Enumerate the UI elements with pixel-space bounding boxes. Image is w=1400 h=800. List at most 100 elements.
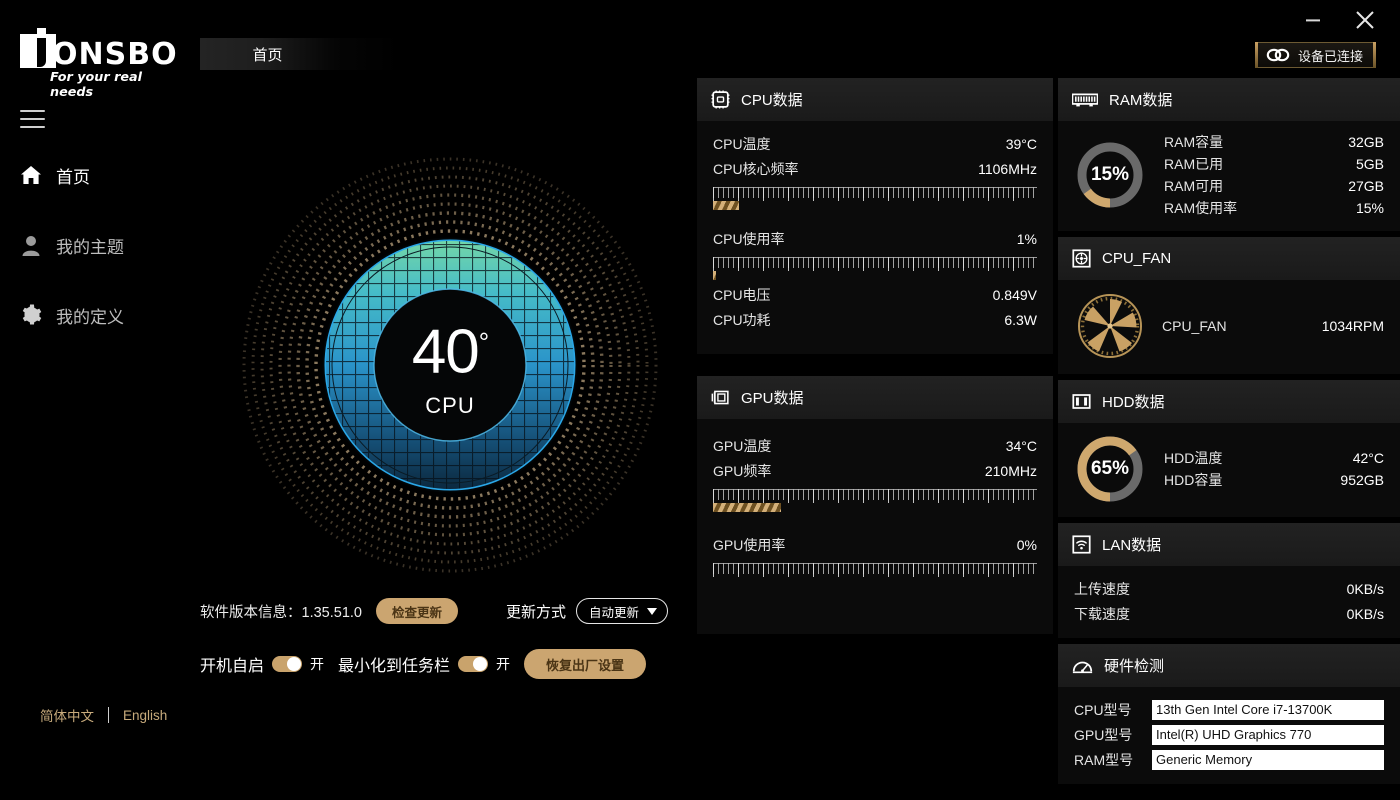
language-option-zh[interactable]: 简体中文: [40, 705, 94, 725]
hdd-panel: HDD数据 65% HDD温度 42°C HDD容量 952GB: [1058, 380, 1400, 517]
restore-factory-settings-button[interactable]: 恢复出厂设置: [524, 649, 647, 679]
data-column-left: CPU数据 CPU温度 39°C CPU核心频率 1106MHz CPU使用率 …: [697, 78, 1053, 640]
ruler-major-ticks: [713, 563, 1037, 577]
fan-square-icon: [1072, 249, 1091, 268]
ram-rows: RAM容量 32GB RAM已用 5GB RAM可用 27GB RAM使用率 1…: [1164, 131, 1384, 219]
ruler-scale: [713, 257, 1037, 271]
gpu-panel: GPU数据 GPU温度 34°C GPU频率 210MHz GPU使用率 0%: [697, 376, 1053, 634]
cpu-fan-panel-body: CPU_FAN 1034RPM: [1058, 280, 1400, 374]
tab-home[interactable]: 首页: [200, 38, 335, 70]
row-key: CPU温度: [713, 135, 771, 152]
cpu-fan-rows: CPU_FAN 1034RPM: [1162, 314, 1384, 339]
hdd-usage-value: 65%: [1090, 458, 1130, 479]
lan-panel-title: LAN数据: [1102, 537, 1162, 554]
row-key: GPU温度: [713, 437, 772, 454]
sidebar: ONSBO For your real needs 首页 我的主题 我的定义 简…: [0, 0, 190, 800]
gpu-panel-header: GPU数据: [697, 376, 1053, 419]
hdd-usage-row: 65% HDD温度 42°C HDD容量 952GB: [1074, 433, 1384, 505]
row-value: 34°C: [1005, 437, 1037, 454]
gpu-panel-body: GPU温度 34°C GPU频率 210MHz GPU使用率 0%: [697, 419, 1053, 634]
ram-model-field[interactable]: Generic Memory: [1152, 749, 1384, 770]
data-row: CPU功耗 6.3W: [713, 307, 1037, 332]
cpu-frequency-meter: [713, 187, 1037, 210]
ruler-major-ticks: [713, 257, 1037, 271]
ram-panel: RAM数据 15% RAM容量 32GB RAM已用 5GB RAM可用 27G…: [1058, 78, 1400, 231]
row-key: GPU型号: [1074, 726, 1133, 743]
row-key: RAM已用: [1164, 156, 1224, 172]
row-value: 0%: [1016, 536, 1037, 553]
close-button[interactable]: [1348, 5, 1382, 35]
row-value: 952GB: [1340, 472, 1384, 488]
cpu-chip-icon: [711, 90, 730, 109]
minimize-tray-label: 最小化到任务栏: [338, 658, 451, 675]
ruler-scale: [713, 563, 1037, 577]
ram-usage-row: 15% RAM容量 32GB RAM已用 5GB RAM可用 27GB RAM使…: [1074, 131, 1384, 219]
check-update-button[interactable]: 检查更新: [375, 598, 458, 624]
row-value: 1034RPM: [1321, 318, 1384, 334]
minimize-button[interactable]: [1296, 5, 1330, 35]
row-value: 1%: [1016, 230, 1037, 247]
minimize-tray-toggle[interactable]: [458, 656, 489, 672]
hdd-panel-title: HDD数据: [1102, 394, 1165, 411]
sidebar-item-label: 首页: [56, 167, 90, 187]
minimize-tray-state: 开: [496, 656, 511, 672]
row-key: HDD温度: [1164, 450, 1223, 466]
hardware-row: CPU型号 13th Gen Intel Core i7-13700K: [1074, 697, 1384, 722]
hdd-icon: [1072, 394, 1091, 409]
data-row: HDD温度 42°C: [1164, 447, 1384, 469]
row-value: 39°C: [1005, 135, 1037, 152]
close-icon: [1356, 11, 1374, 29]
meter-fill: [713, 201, 739, 210]
row-key: RAM容量: [1164, 134, 1224, 150]
row-key: CPU核心频率: [713, 160, 799, 177]
hamburger-bar: [20, 118, 45, 120]
language-selector: 简体中文 English: [40, 705, 167, 725]
brand-name: ONSBO: [52, 37, 178, 72]
tab-label: 首页: [252, 46, 283, 64]
row-value: 0.849V: [992, 286, 1037, 303]
row-value: 1106MHz: [978, 160, 1037, 177]
update-mode-label: 更新方式: [506, 603, 567, 621]
tab-bar: 首页: [200, 38, 400, 70]
cpu-model-field[interactable]: 13th Gen Intel Core i7-13700K: [1152, 699, 1384, 720]
row-key: 上传速度: [1074, 580, 1130, 597]
cpu-fan-panel-header: CPU_FAN: [1058, 237, 1400, 280]
chain-link-icon: [1266, 48, 1290, 62]
cpu-fan-panel: CPU_FAN CPU_FAN 1034RPM: [1058, 237, 1400, 374]
row-key: CPU电压: [713, 286, 771, 303]
row-value: 210MHz: [984, 462, 1037, 479]
hardware-row: GPU型号 Intel(R) UHD Graphics 770: [1074, 722, 1384, 747]
row-key: RAM使用率: [1164, 200, 1238, 216]
hdd-panel-body: 65% HDD温度 42°C HDD容量 952GB: [1058, 423, 1400, 517]
data-row: HDD容量 952GB: [1164, 469, 1384, 491]
row-key: CPU型号: [1074, 701, 1132, 718]
lan-panel-header: LAN数据: [1058, 523, 1400, 566]
data-row: CPU温度 39°C: [713, 131, 1037, 156]
sidebar-item-my-definition[interactable]: 我的定义: [0, 292, 190, 338]
lan-panel-body: 上传速度 0KB/s 下载速度 0KB/s: [1058, 566, 1400, 638]
autostart-toggle[interactable]: [272, 656, 303, 672]
minimize-icon: [1306, 19, 1320, 22]
cpu-gauge-graphic: [242, 157, 658, 573]
toggle-knob: [287, 657, 302, 671]
sidebar-item-home[interactable]: 首页: [0, 152, 190, 198]
cpu-panel-body: CPU温度 39°C CPU核心频率 1106MHz CPU使用率 1% CPU…: [697, 121, 1053, 354]
cpu-fan-row: CPU_FAN 1034RPM: [1074, 290, 1384, 362]
language-option-en[interactable]: English: [123, 708, 167, 723]
hardware-detect-body: CPU型号 13th Gen Intel Core i7-13700K GPU型…: [1058, 687, 1400, 784]
menu-toggle-button[interactable]: [20, 110, 45, 128]
row-key: 下载速度: [1074, 605, 1130, 622]
update-mode-dropdown[interactable]: 自动更新: [576, 598, 669, 624]
sidebar-item-my-theme[interactable]: 我的主题: [0, 222, 190, 268]
data-row: CPU使用率 1%: [713, 226, 1037, 251]
gpu-model-field[interactable]: Intel(R) UHD Graphics 770: [1152, 724, 1384, 745]
row-key: HDD容量: [1164, 472, 1223, 488]
row-key: RAM型号: [1074, 751, 1134, 768]
ram-stick-icon: [1072, 93, 1098, 106]
device-connected-label: 设备已连接: [1297, 48, 1363, 64]
settings-row-version: 软件版本信息：1.35.51.0 检查更新 更新方式 自动更新: [200, 595, 700, 627]
data-row: GPU使用率 0%: [713, 532, 1037, 557]
data-row: GPU温度 34°C: [713, 433, 1037, 458]
ruler-major-ticks: [713, 187, 1037, 201]
cpu-fan-panel-title: CPU_FAN: [1102, 250, 1172, 267]
